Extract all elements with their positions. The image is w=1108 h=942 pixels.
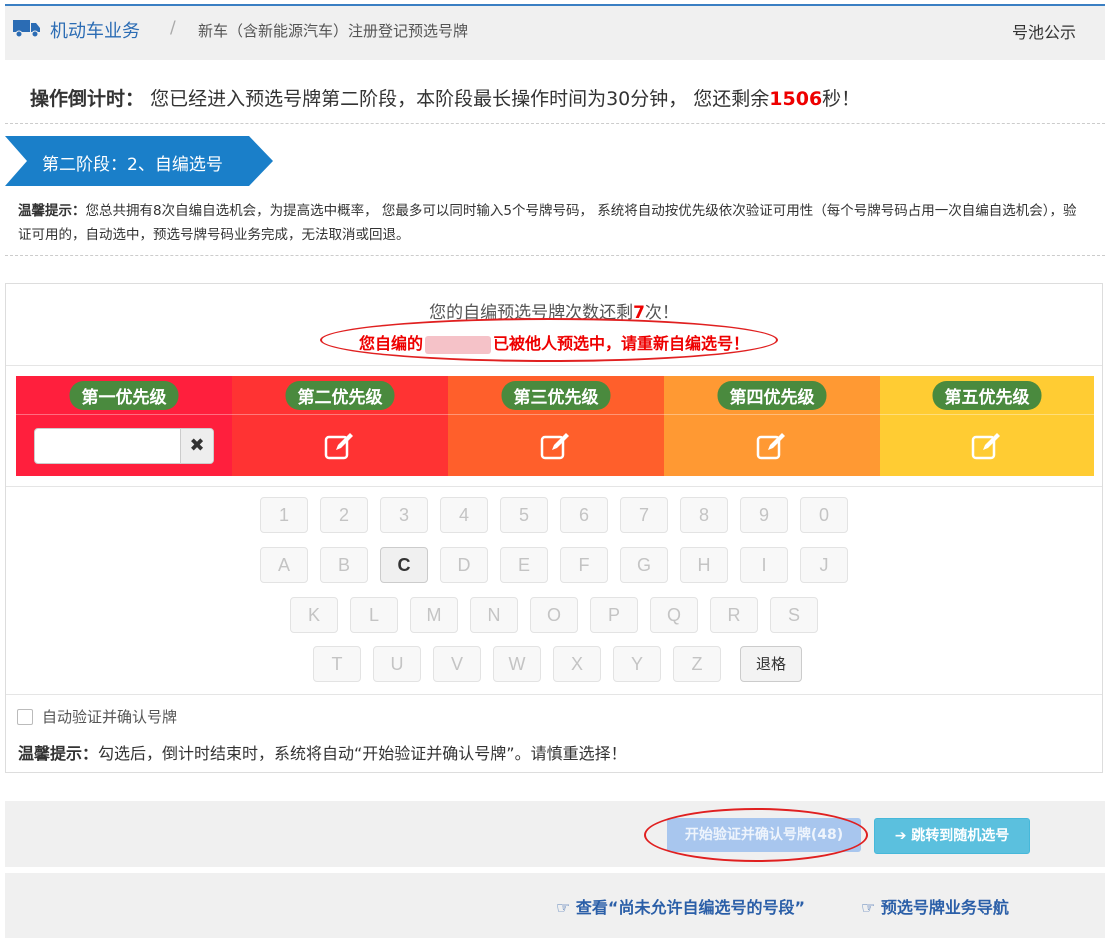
priority-label: 第二优先级 [285,381,395,410]
divider [5,123,1105,124]
random-select-label: 跳转到随机选号 [911,828,1010,844]
edit-icon[interactable] [324,432,356,460]
key-h[interactable]: H [680,547,728,583]
tip: 温馨提示：您总共拥有8次自编自选机会，为提高选中概率， 您最多可以同时输入5个号… [18,199,1088,247]
key-4[interactable]: 4 [440,497,488,533]
countdown: 操作倒计时： 您已经进入预选号牌第二阶段，本阶段最长操作时间为30分钟， 您还剩… [30,84,860,111]
edit-icon[interactable] [756,432,788,460]
priority-label: 第四优先级 [717,381,827,410]
divider [6,694,1102,695]
breadcrumb-separator: / [170,18,176,38]
tip-label: 温馨提示： [18,203,86,219]
hand-pointer-icon: ☞ [861,898,876,917]
countdown-seconds: 1506 [769,88,823,110]
key-8[interactable]: 8 [680,497,728,533]
key-5[interactable]: 5 [500,497,548,533]
breadcrumb-current: 新车（含新能源汽车）注册登记预选号牌 [198,22,469,40]
key-0[interactable]: 0 [800,497,848,533]
key-3[interactable]: 3 [380,497,428,533]
key-7[interactable]: 7 [620,497,668,533]
tip2-label: 温馨提示： [18,744,99,763]
key-u[interactable]: U [373,646,421,682]
key-s[interactable]: S [770,597,818,633]
priority-column-2: 第二优先级 [232,376,448,476]
key-k[interactable]: K [290,597,338,633]
divider [5,255,1105,256]
not-allowed-segments-link[interactable]: ☞ 查看“尚未允许自编选号的号段” [556,894,805,918]
tip-text: 您总共拥有8次自编自选机会，为提高选中概率， 您最多可以同时输入5个号牌号码， … [18,203,1077,243]
key-j[interactable]: J [800,547,848,583]
plate-input[interactable]: ✖ [34,428,214,464]
key-m[interactable]: M [410,597,458,633]
key-6[interactable]: 6 [560,497,608,533]
clear-icon[interactable]: ✖ [180,429,213,463]
auto-confirm-checkbox[interactable] [17,709,33,725]
key-z[interactable]: Z [673,646,721,682]
auto-confirm-label[interactable]: 自动验证并确认号牌 [42,706,177,727]
key-9[interactable]: 9 [740,497,788,533]
key-f[interactable]: F [560,547,608,583]
priority-label: 第一优先级 [69,381,179,410]
hand-pointer-icon: ☞ [556,898,571,917]
priority-label: 第三优先级 [501,381,611,410]
breadcrumb-home[interactable]: 机动车业务 [50,17,140,43]
key-w[interactable]: W [493,646,541,682]
priority-column-3: 第三优先级 [448,376,664,476]
key-x[interactable]: X [553,646,601,682]
key-c[interactable]: C [380,547,428,583]
not-allowed-label: 查看“尚未允许自编选号的号段” [575,898,805,917]
key-d[interactable]: D [440,547,488,583]
highlight-ellipse [644,808,868,862]
backspace-button[interactable]: 退格 [740,646,802,682]
key-p[interactable]: P [590,597,638,633]
divider [6,365,1102,366]
key-b[interactable]: B [320,547,368,583]
guide-label: 预选号牌业务导航 [880,898,1009,917]
tip2-text: 勾选后，倒计时结束时，系统将自动“开始验证并确认号牌”。请慎重选择！ [98,744,627,763]
key-v[interactable]: V [433,646,481,682]
edit-icon[interactable] [971,432,1003,460]
number-pool-link[interactable]: 号池公示 [1012,19,1076,43]
arrow-right-icon: ➔ [894,828,907,844]
key-i[interactable]: I [740,547,788,583]
key-r[interactable]: R [710,597,758,633]
key-q[interactable]: Q [650,597,698,633]
key-2[interactable]: 2 [320,497,368,533]
edit-icon[interactable] [540,432,572,460]
key-g[interactable]: G [620,547,668,583]
key-n[interactable]: N [470,597,518,633]
random-select-button[interactable]: ➔ 跳转到随机选号 [874,818,1030,854]
guide-link[interactable]: ☞ 预选号牌业务导航 [861,894,1009,918]
key-t[interactable]: T [313,646,361,682]
countdown-label: 操作倒计时： [30,88,145,110]
priority-label: 第五优先级 [932,381,1042,410]
divider [6,486,1102,487]
priority-column-4: 第四优先级 [664,376,880,476]
stage-title: 第二阶段：2、自编选号 [42,155,223,175]
countdown-suffix: 秒！ [822,88,861,110]
tip-2: 温馨提示：勾选后，倒计时结束时，系统将自动“开始验证并确认号牌”。请慎重选择！ [18,740,627,764]
key-o[interactable]: O [530,597,578,633]
key-1[interactable]: 1 [260,497,308,533]
key-e[interactable]: E [500,547,548,583]
priority-column-5: 第五优先级 [880,376,1094,476]
priority-column-1: 第一优先级 ✖ [16,376,232,476]
key-y[interactable]: Y [613,646,661,682]
truck-icon [13,20,40,38]
key-l[interactable]: L [350,597,398,633]
countdown-text: 您已经进入预选号牌第二阶段，本阶段最长操作时间为30分钟， 您还剩余 [150,88,770,110]
key-a[interactable]: A [260,547,308,583]
highlight-ellipse [320,318,778,362]
